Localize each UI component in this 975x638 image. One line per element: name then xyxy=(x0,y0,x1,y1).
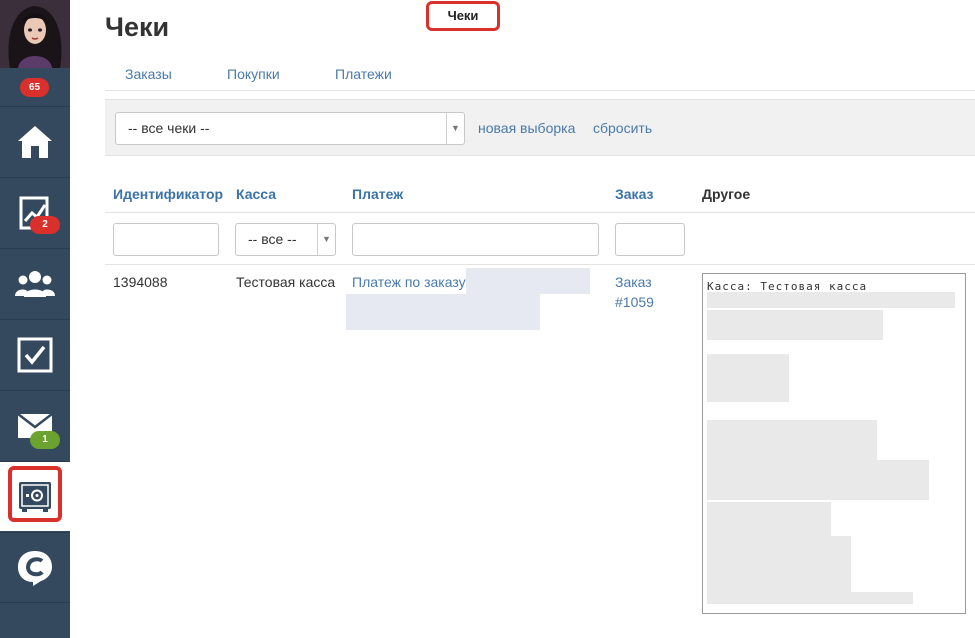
filter-bar: -- все чеки -- ▼ новая выборка сбросить xyxy=(105,99,975,156)
receipt-filter-select[interactable]: -- все чеки -- ▼ xyxy=(115,112,465,145)
new-selection-link[interactable]: новая выборка xyxy=(478,120,575,136)
cashbox-filter-select[interactable]: -- все -- ▼ xyxy=(235,223,336,256)
sidebar-item-mail[interactable]: 1 xyxy=(0,390,70,460)
reset-link[interactable]: сбросить xyxy=(593,120,652,136)
tab-bar: Заказы Покупки Платежи xyxy=(105,58,975,91)
row-payment-link[interactable]: Платеж по заказу xyxy=(352,272,466,292)
order-filter-input[interactable] xyxy=(615,223,685,256)
receipt-preview: Касса: Тестовая касса xyxy=(702,273,966,614)
logo-c-icon xyxy=(18,550,52,586)
sidebar: 65 2 1 xyxy=(0,0,70,638)
redacted-area xyxy=(466,268,590,294)
redacted-area xyxy=(707,460,929,500)
users-icon xyxy=(15,270,55,297)
chevron-down-icon: ▼ xyxy=(446,113,464,144)
tasks-icon xyxy=(17,337,53,372)
sidebar-divider xyxy=(0,602,70,603)
app: 65 2 1 Чеки Заказы Покупки Платежи Чеки … xyxy=(0,0,975,638)
header-divider xyxy=(105,212,975,213)
redacted-area xyxy=(707,354,789,402)
row-order-link[interactable]: Заказ #1059 xyxy=(615,272,654,312)
sidebar-item-users[interactable] xyxy=(0,248,70,318)
sidebar-item-getcourse[interactable] xyxy=(0,532,70,602)
redacted-area xyxy=(707,420,877,460)
mail-badge: 1 xyxy=(30,431,60,449)
home-icon xyxy=(18,125,52,158)
redacted-area xyxy=(707,592,913,604)
column-header-other: Другое xyxy=(702,186,751,202)
column-header-cashbox[interactable]: Касса xyxy=(236,186,276,202)
notifications-badge[interactable]: 65 xyxy=(20,78,49,97)
column-header-id[interactable]: Идентификатор xyxy=(113,186,223,202)
active-item-highlight xyxy=(8,466,62,522)
tab-orders[interactable]: Заказы xyxy=(125,58,172,90)
redacted-area xyxy=(346,294,540,330)
order-number: #1059 xyxy=(615,294,654,310)
analytics-badge: 2 xyxy=(30,216,60,234)
sidebar-item-tasks[interactable] xyxy=(0,319,70,389)
chevron-down-icon: ▼ xyxy=(317,224,335,255)
id-filter-input[interactable] xyxy=(113,223,219,256)
cashbox-filter-value: -- все -- xyxy=(248,231,297,247)
avatar[interactable] xyxy=(0,0,70,68)
page-title: Чеки xyxy=(105,12,170,42)
tab-purchases[interactable]: Покупки xyxy=(227,58,280,90)
redacted-area xyxy=(707,502,831,536)
sidebar-item-home[interactable] xyxy=(0,106,70,176)
row-cashbox: Тестовая касса xyxy=(236,274,336,290)
receipt-filter-value: -- все чеки -- xyxy=(128,120,210,136)
tab-receipts[interactable]: Чеки xyxy=(426,1,500,31)
redacted-area xyxy=(707,310,883,340)
column-header-order[interactable]: Заказ xyxy=(615,186,653,202)
payment-filter-input[interactable] xyxy=(352,223,599,256)
sidebar-item-analytics[interactable]: 2 xyxy=(0,177,70,247)
tab-payments[interactable]: Платежи xyxy=(335,58,392,90)
order-label: Заказ xyxy=(615,274,652,290)
column-header-payment[interactable]: Платеж xyxy=(352,186,403,202)
redacted-area xyxy=(707,292,955,308)
row-id: 1394088 xyxy=(113,274,168,290)
redacted-area xyxy=(707,536,851,592)
filter-divider xyxy=(105,264,975,265)
